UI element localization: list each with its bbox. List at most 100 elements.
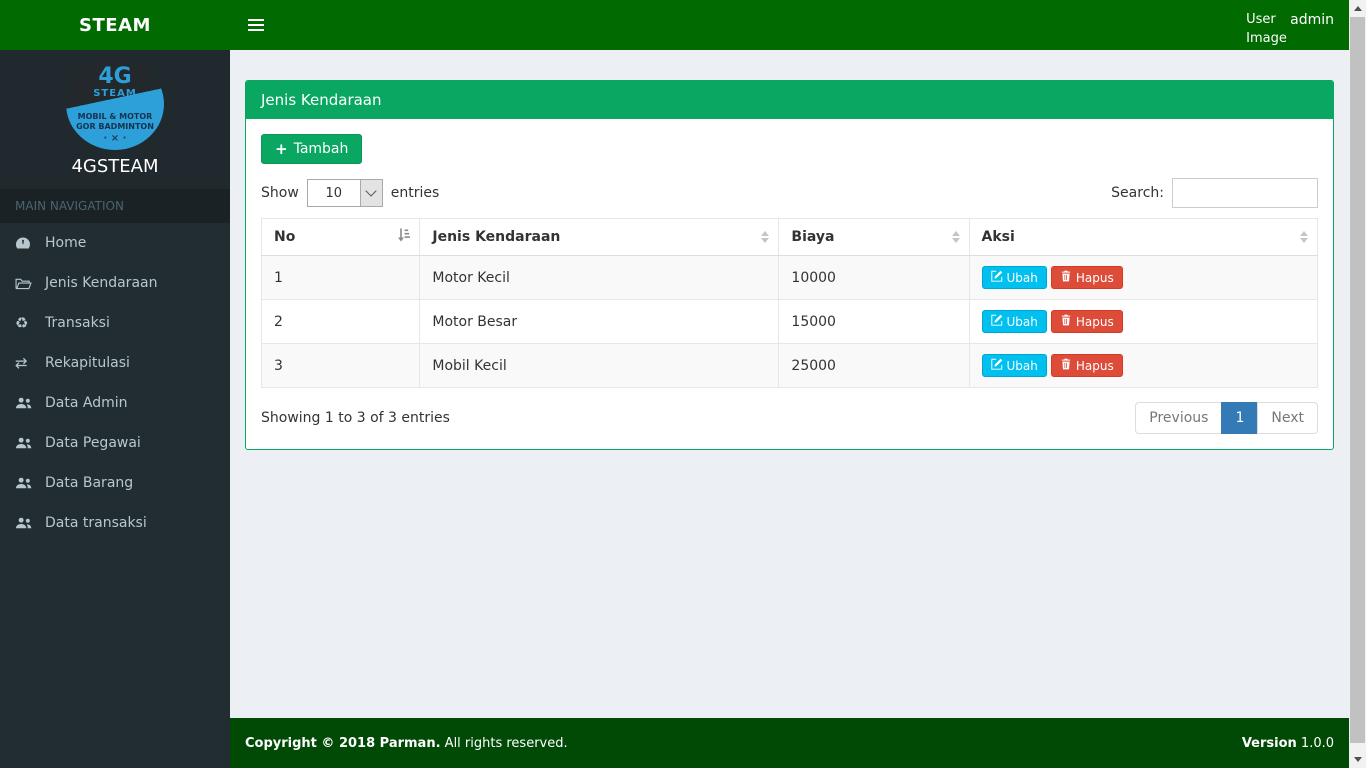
- pagination-page-1[interactable]: 1: [1221, 402, 1258, 434]
- page-footer: Copyright © 2018 Parman. All rights rese…: [230, 718, 1349, 768]
- user-avatar-broken-image: User Image: [1246, 10, 1290, 48]
- sidebar-item-jenis-kendaraan[interactable]: Jenis Kendaraan: [0, 263, 230, 303]
- sidebar-item-label: Rekapitulasi: [45, 355, 130, 371]
- table-info-text: Showing 1 to 3 of 3 entries: [261, 410, 450, 426]
- hapus-button[interactable]: Hapus: [1051, 310, 1123, 333]
- cell-jenis: Motor Besar: [420, 300, 779, 344]
- trash-icon: [1060, 314, 1072, 329]
- sort-both-icon: [761, 231, 769, 243]
- tambah-button[interactable]: + Tambah: [261, 134, 362, 164]
- edit-icon: [991, 314, 1003, 329]
- top-navbar: STEAM User Image admin: [0, 0, 1366, 50]
- sidebar-logo-caption: 4GSTEAM: [0, 156, 230, 177]
- scrollbar-down-arrow-icon[interactable]: [1349, 751, 1366, 768]
- hapus-button[interactable]: Hapus: [1051, 266, 1123, 289]
- trash-icon: [1060, 270, 1072, 285]
- sidebar-item-rekapitulasi[interactable]: ⇄ Rekapitulasi: [0, 343, 230, 383]
- search-control: Search:: [1111, 178, 1318, 208]
- navbar-brand[interactable]: STEAM: [0, 0, 230, 50]
- sidebar-item-data-transaksi[interactable]: Data transaksi: [0, 503, 230, 543]
- sort-amount-icon: [397, 229, 410, 246]
- table-row: 3 Mobil Kecil 25000 Ubah Hapus: [262, 344, 1318, 388]
- folder-open-icon: [15, 277, 39, 290]
- cell-biaya: 10000: [779, 256, 969, 300]
- users-icon: [15, 516, 39, 530]
- sidebar: 4G STEAM MOBIL & MOTOR GOR BADMINTON · ×…: [0, 50, 230, 768]
- logo-text-gor-badminton: GOR BADMINTON: [66, 122, 164, 132]
- page-length-value: 10: [308, 180, 360, 206]
- dashboard-icon: [15, 236, 39, 250]
- scrollbar-thumb[interactable]: [1350, 17, 1365, 743]
- sidebar-section-header: MAIN NAVIGATION: [0, 189, 230, 223]
- table-row: 2 Motor Besar 15000 Ubah Hapus: [262, 300, 1318, 344]
- column-header-biaya[interactable]: Biaya: [779, 219, 969, 256]
- copyright-text: Copyright © 2018 Parman. All rights rese…: [245, 736, 568, 751]
- navbar-user-menu[interactable]: User Image admin: [1246, 2, 1334, 48]
- cell-no: 2: [262, 300, 420, 344]
- ubah-button[interactable]: Ubah: [982, 266, 1047, 289]
- chevron-down-icon: [360, 180, 382, 206]
- sidebar-toggle-button[interactable]: [244, 10, 268, 40]
- sidebar-item-label: Jenis Kendaraan: [45, 275, 157, 291]
- jenis-kendaraan-table: No Jenis Kendaraan Biaya: [261, 218, 1318, 388]
- navbar-username: admin: [1290, 10, 1334, 28]
- users-icon: [15, 476, 39, 490]
- jenis-kendaraan-panel: Jenis Kendaraan + Tambah Show 10 entries: [245, 80, 1334, 450]
- plus-icon: +: [275, 142, 288, 156]
- pagination: Previous 1 Next: [1135, 402, 1318, 434]
- ubah-button[interactable]: Ubah: [982, 354, 1047, 377]
- search-input[interactable]: [1172, 178, 1318, 208]
- column-header-jenis-kendaraan[interactable]: Jenis Kendaraan: [420, 219, 779, 256]
- tambah-button-label: Tambah: [294, 141, 349, 157]
- version-text: Version 1.0.0: [1242, 736, 1334, 751]
- search-label: Search:: [1111, 185, 1164, 201]
- exchange-icon: ⇄: [15, 356, 39, 370]
- sidebar-menu: Home Jenis Kendaraan ♻ Transaksi ⇄ Rekap…: [0, 223, 230, 543]
- sidebar-item-transaksi[interactable]: ♻ Transaksi: [0, 303, 230, 343]
- show-label: Show: [261, 185, 299, 201]
- column-header-no[interactable]: No: [262, 219, 420, 256]
- app-logo: 4G STEAM MOBIL & MOTOR GOR BADMINTON · ×…: [66, 58, 164, 150]
- browser-scrollbar[interactable]: [1349, 0, 1366, 768]
- sort-both-icon: [952, 231, 960, 243]
- hapus-button[interactable]: Hapus: [1051, 354, 1123, 377]
- trash-icon: [1060, 358, 1072, 373]
- cell-jenis: Mobil Kecil: [420, 344, 779, 388]
- entries-label: entries: [391, 185, 440, 201]
- cell-biaya: 15000: [779, 300, 969, 344]
- logo-text-mobil-motor: MOBIL & MOTOR: [66, 112, 164, 122]
- panel-title: Jenis Kendaraan: [246, 81, 1333, 119]
- app-window: STEAM User Image admin 4G STEAM MOBIL & …: [0, 0, 1366, 768]
- page-length-select[interactable]: 10: [307, 179, 383, 207]
- users-icon: [15, 436, 39, 450]
- navbar-main: User Image admin: [230, 0, 1366, 50]
- cell-biaya: 25000: [779, 344, 969, 388]
- main-content: Jenis Kendaraan + Tambah Show 10 entries: [230, 50, 1349, 718]
- sidebar-item-label: Data transaksi: [45, 515, 147, 531]
- cell-no: 1: [262, 256, 420, 300]
- page-length-control: Show 10 entries: [261, 179, 439, 207]
- sidebar-item-home[interactable]: Home: [0, 223, 230, 263]
- cell-aksi: Ubah Hapus: [969, 300, 1318, 344]
- edit-icon: [991, 270, 1003, 285]
- logo-text-4g: 4G: [66, 66, 164, 88]
- ubah-button[interactable]: Ubah: [982, 310, 1047, 333]
- cell-aksi: Ubah Hapus: [969, 344, 1318, 388]
- sidebar-item-data-barang[interactable]: Data Barang: [0, 463, 230, 503]
- column-header-aksi[interactable]: Aksi: [969, 219, 1318, 256]
- table-row: 1 Motor Kecil 10000 Ubah Hapus: [262, 256, 1318, 300]
- hamburger-icon: [248, 19, 264, 31]
- edit-icon: [991, 358, 1003, 373]
- crossed-rackets-icon: · × ·: [66, 133, 164, 144]
- sidebar-item-data-pegawai[interactable]: Data Pegawai: [0, 423, 230, 463]
- sidebar-item-data-admin[interactable]: Data Admin: [0, 383, 230, 423]
- sidebar-item-label: Transaksi: [45, 315, 110, 331]
- sidebar-item-label: Data Admin: [45, 395, 128, 411]
- pagination-next[interactable]: Next: [1257, 402, 1318, 434]
- cell-jenis: Motor Kecil: [420, 256, 779, 300]
- sort-both-icon: [1300, 231, 1308, 243]
- sidebar-item-label: Home: [45, 235, 86, 251]
- sidebar-logo-block: 4G STEAM MOBIL & MOTOR GOR BADMINTON · ×…: [0, 50, 230, 189]
- scrollbar-up-arrow-icon[interactable]: [1349, 0, 1366, 17]
- pagination-previous[interactable]: Previous: [1135, 402, 1222, 434]
